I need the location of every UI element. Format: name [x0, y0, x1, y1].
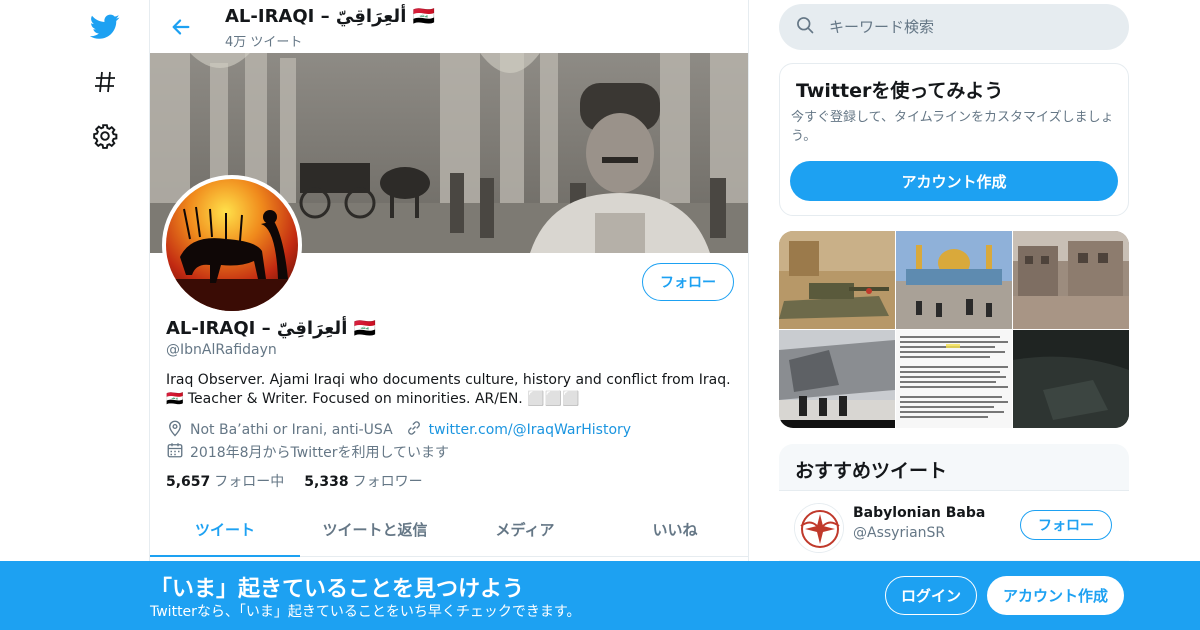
media-thumb-ruins[interactable]	[1013, 231, 1129, 329]
signup-banner-title: 「いま」起きていることを見つけよう	[150, 577, 525, 602]
recommended-follow-button[interactable]: フォロー	[1020, 510, 1112, 540]
media-thumb-destroyed-building[interactable]	[779, 330, 895, 428]
signup-card-title: Twitterを使ってみよう	[796, 80, 1004, 102]
search-icon	[795, 15, 815, 39]
profile-stats: 5,657 フォロー中 5,338 フォロワー	[166, 471, 423, 491]
profile-location: Not Ba’athi or Irani, anti-USA	[190, 422, 393, 438]
following-count: 5,657	[166, 474, 211, 490]
profile-tabs: ツイート ツイートと返信 メディア いいね	[150, 503, 748, 557]
link-icon	[405, 419, 429, 441]
location-pin-icon	[166, 419, 190, 441]
left-nav	[0, 0, 150, 630]
recommended-user-avatar[interactable]	[794, 503, 844, 553]
hashtag-icon[interactable]	[88, 65, 122, 99]
followers-label: フォロワー	[352, 474, 423, 490]
signup-button[interactable]: アカウント作成	[987, 576, 1124, 615]
search-input[interactable]	[829, 18, 1109, 36]
signup-card: Twitterを使ってみよう 今すぐ登録して、タイムラインをカスタマイズしましょ…	[779, 63, 1129, 216]
recommended-user-row[interactable]: Babylonian Baba @AssyrianSR フォロー	[779, 490, 1129, 560]
recommended-user-handle: @AssyrianSR	[853, 525, 946, 541]
tab-tweets-and-replies[interactable]: ツイートと返信	[300, 503, 450, 556]
media-thumb-dark-video[interactable]	[1013, 330, 1129, 428]
create-account-button[interactable]: アカウント作成	[790, 161, 1118, 201]
followers-stat[interactable]: 5,338 フォロワー	[304, 471, 422, 491]
profile-meta-row: Not Ba’athi or Irani, anti-USA twitter.c…	[166, 419, 631, 441]
profile-joined-date: 2018年8月からTwitterを利用しています	[190, 445, 450, 461]
profile-joined-row: 2018年8月からTwitterを利用しています	[166, 441, 449, 463]
signup-banner: 「いま」起きていることを見つけよう Twitterなら、「いま」起きていることを…	[0, 561, 1200, 630]
profile-name: AL-IRAQI – ألعِرَاقِيّ 🇮🇶	[166, 318, 377, 339]
media-thumb-document[interactable]	[896, 330, 1012, 428]
profile-website-link[interactable]: twitter.com/@IraqWarHistory	[429, 422, 631, 438]
media-thumb-tank[interactable]	[779, 231, 895, 329]
header-tweet-count: 4万 ツイート	[225, 35, 303, 50]
follow-button[interactable]: フォロー	[642, 263, 734, 301]
profile-avatar[interactable]	[162, 175, 302, 315]
tab-media[interactable]: メディア	[450, 503, 600, 556]
profile-header-bar: AL-IRAQI – ألعِرَاقِيّ 🇮🇶 4万 ツイート	[150, 0, 748, 53]
gear-icon[interactable]	[88, 119, 122, 153]
search-box	[779, 4, 1129, 50]
following-label: フォロー中	[214, 474, 285, 490]
calendar-icon	[166, 441, 190, 463]
login-button[interactable]: ログイン	[885, 576, 977, 615]
tab-tweets[interactable]: ツイート	[150, 503, 300, 557]
twitter-bird-icon[interactable]	[88, 10, 122, 44]
media-thumb-shrine[interactable]	[896, 231, 1012, 329]
header-profile-name: AL-IRAQI – ألعِرَاقِيّ 🇮🇶	[225, 6, 436, 27]
recommended-user-name: Babylonian Baba	[853, 505, 986, 521]
tab-likes[interactable]: いいね	[600, 503, 748, 556]
signup-banner-subtitle: Twitterなら、「いま」起きていることをいち早くチェックできます。	[150, 604, 581, 620]
following-stat[interactable]: 5,657 フォロー中	[166, 471, 284, 491]
media-grid	[779, 231, 1129, 428]
recommended-title: おすすめツイート	[795, 460, 948, 482]
profile-column: AL-IRAQI – ألعِرَاقِيّ 🇮🇶 4万 ツイート フォロー A…	[149, 0, 749, 630]
followers-count: 5,338	[304, 474, 349, 490]
profile-bio: Iraq Observer. Ajami Iraqi who documents…	[166, 372, 731, 407]
profile-handle: @IbnAlRafidayn	[166, 342, 277, 358]
back-arrow-icon[interactable]	[166, 12, 196, 42]
recommended-tweets-card: おすすめツイート Babylonian Baba @AssyrianSR フォロ…	[779, 444, 1129, 574]
signup-card-text: 今すぐ登録して、タイムラインをカスタマイズしましょう。	[791, 110, 1114, 144]
